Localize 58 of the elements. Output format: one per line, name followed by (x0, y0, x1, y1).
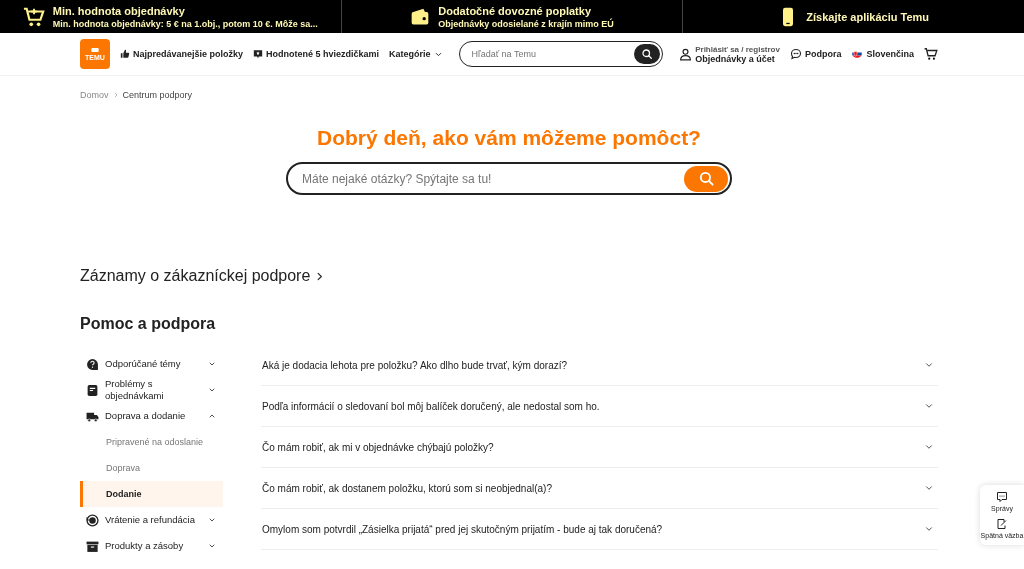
person-icon (679, 47, 693, 61)
promo-title: Dodatočné dovozné poplatky (438, 3, 592, 18)
promo-text: Min. hodnota objednávky: 5 € na 1.obj., potom 10 €. Môže sa... (52, 17, 318, 30)
chevron-down-icon (924, 442, 934, 452)
cart-icon[interactable] (924, 47, 938, 61)
edit-note-icon (996, 518, 1008, 530)
search-input[interactable]: Hľadať na Temu (469, 48, 635, 60)
chevron-down-icon (208, 542, 216, 550)
star-badge-icon (253, 49, 264, 59)
language-selector[interactable]: Slovenčina (851, 48, 914, 60)
chevron-down-icon (924, 360, 934, 370)
chevron-right-icon (112, 92, 119, 98)
chat-bubble-icon (789, 48, 802, 60)
search-icon (641, 48, 654, 60)
faq-item[interactable]: Podľa informácií o sledovaní bol môj balíček doručený, ale nedostal som ho. (261, 386, 938, 427)
subtopic-item[interactable]: Doprava (80, 455, 223, 481)
faq-item[interactable]: Aká je dodacia lehota pre položku? Ako dlho bude trvať, kým dorazí? (261, 345, 938, 386)
topic-item[interactable]: Vrátenie a refundácia (80, 507, 223, 533)
topic-item[interactable]: Odporúčané témy (80, 351, 223, 377)
promo-title: Získajte aplikáciu Temu (806, 9, 929, 24)
faq-item[interactable]: Čo mám robiť, ak mi v objednávke chýbajú položky? (261, 427, 938, 468)
promo-text: Objednávky odosielané z krajín mimo EÚ (438, 17, 614, 30)
nav-link[interactable]: Najpredávanejšie položky (120, 49, 244, 59)
chevron-down-icon (924, 524, 934, 534)
message-icon (996, 491, 1008, 503)
chevron-down-icon (208, 386, 216, 394)
search-bar[interactable]: Máte nejaké otázky? Spýtajte sa tu! (286, 162, 732, 195)
topic-item[interactable]: Produkty a zásoby (80, 533, 223, 559)
chevron-down-icon (208, 516, 216, 524)
topic-item[interactable]: Doprava a dodanie (80, 403, 223, 429)
subtopic-item[interactable]: Pripravené na odoslanie (80, 429, 223, 455)
categories-menu[interactable]: Kategórie (389, 49, 443, 59)
cart-icon (22, 5, 45, 28)
breadcrumb-current: Centrum podpory (122, 90, 193, 100)
chevron-up-icon (208, 412, 216, 420)
document-icon (86, 383, 99, 397)
support-link[interactable]: Podpora (789, 48, 842, 60)
chevron-down-icon (208, 360, 216, 368)
flag-icon (851, 48, 864, 60)
faq-item[interactable]: Čo mám robiť, ak dostanem položku, ktorú som si neobjednal(a)? (261, 468, 938, 509)
promo-title: Min. hodnota objednávky (52, 3, 186, 18)
faq-item[interactable]: Omylom som potvrdil „Zásielka prijatá“ pred jej skutočným prijatím - bude aj tak doručená? (261, 509, 938, 550)
thumbs-up-icon (120, 49, 130, 59)
question-icon (86, 357, 99, 371)
page-heading: Dobrý deň, ako vám môžeme pomôct? (316, 126, 702, 150)
section-title: Pomoc a podpora (80, 315, 217, 333)
topic-item[interactable]: Problémy s objednávkami (80, 377, 223, 403)
box-icon (86, 539, 99, 553)
search-icon (697, 170, 715, 187)
chevron-down-icon (924, 401, 934, 411)
breadcrumb-link[interactable]: Domov (80, 90, 109, 100)
search-button[interactable] (634, 44, 661, 64)
subtopic-item[interactable]: Dodanie (80, 481, 223, 507)
chevron-down-icon (924, 483, 934, 493)
records-link[interactable]: Záznamy o zákazníckej podpore (80, 267, 326, 285)
nav-link[interactable]: Hodnotené 5 hviezdičkami (253, 49, 380, 59)
account-link[interactable]: Prihlásiť sa / registrov Objednávky a účet (679, 44, 780, 64)
search-input[interactable]: Máte nejaké otázky? Spýtajte sa tu! (300, 170, 684, 187)
